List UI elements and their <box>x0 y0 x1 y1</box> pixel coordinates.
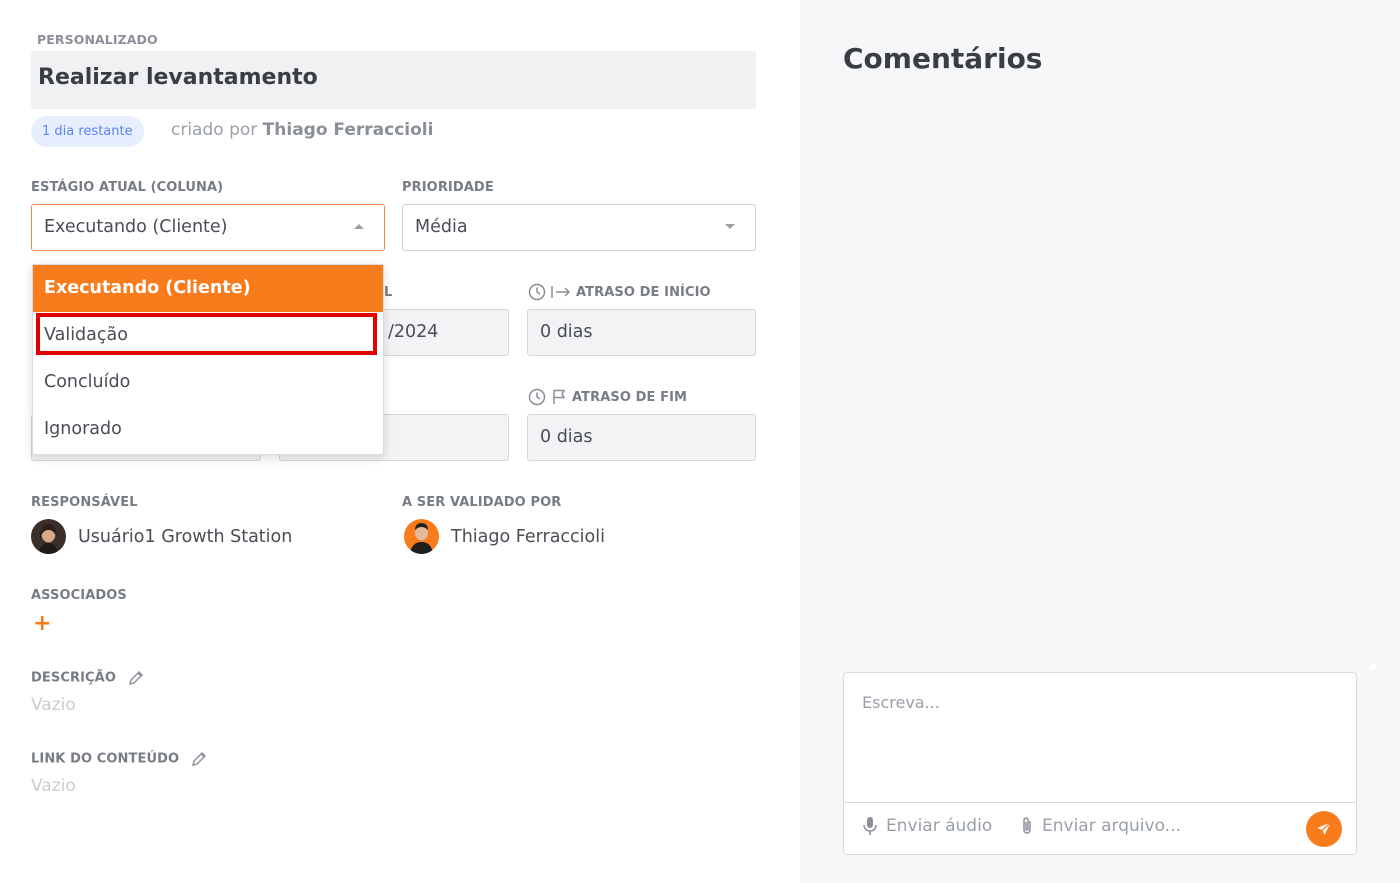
clock-icon <box>528 283 546 301</box>
end-delay-field: 0 dias <box>527 414 756 461</box>
chevron-up-icon <box>354 224 364 229</box>
send-audio-button[interactable]: Enviar áudio <box>862 816 992 836</box>
add-associated-button[interactable]: + <box>33 612 51 636</box>
start-delay-label-text: ATRASO DE INÍCIO <box>576 284 711 300</box>
end-delay-label-text: ATRASO DE FIM <box>572 389 688 405</box>
send-file-label: Enviar arquivo... <box>1042 816 1181 836</box>
associated-label: ASSOCIADOS <box>31 588 127 603</box>
content-link-label: LINK DO CONTEÚDO <box>31 750 208 768</box>
decorative-dot <box>1370 663 1377 670</box>
avatar <box>31 519 66 554</box>
microphone-icon <box>863 817 877 835</box>
flag-icon <box>553 389 566 404</box>
responsible-name: Usuário1 Growth Station <box>78 526 293 547</box>
stage-dropdown-menu: Executando (Cliente) Validação Concluído… <box>32 264 384 455</box>
content-link-value: Vazio <box>31 776 76 796</box>
arrow-to-right-icon <box>551 286 571 298</box>
content-link-label-text: LINK DO CONTEÚDO <box>31 751 180 767</box>
send-icon <box>1317 822 1331 835</box>
comments-title: Comentários <box>843 42 1043 75</box>
task-category: PERSONALIZADO <box>37 32 158 47</box>
validator-name: Thiago Ferraccioli <box>451 526 605 547</box>
priority-label: PRIORIDADE <box>402 180 494 195</box>
paperclip-icon <box>1023 817 1031 834</box>
start-date-value-fragment: /2024 <box>388 322 439 342</box>
responsible-label: RESPONSÁVEL <box>31 495 138 510</box>
validator-user[interactable]: Thiago Ferraccioli <box>404 519 605 554</box>
pencil-icon[interactable] <box>190 750 208 768</box>
end-delay-label: ATRASO DE FIM <box>528 388 687 406</box>
stage-option-executando[interactable]: Executando (Cliente) <box>33 265 383 312</box>
end-delay-value: 0 dias <box>540 427 593 447</box>
send-audio-label: Enviar áudio <box>886 816 993 836</box>
priority-select[interactable]: Média <box>402 204 756 251</box>
chevron-down-icon <box>725 224 735 229</box>
comment-composer: Escreva... Enviar áudio Enviar arquivo..… <box>843 672 1357 855</box>
avatar <box>404 519 439 554</box>
stage-option-ignorado[interactable]: Ignorado <box>33 406 383 453</box>
stage-label: ESTÁGIO ATUAL (COLUNA) <box>31 180 224 195</box>
deadline-badge: 1 dia restante <box>31 116 144 147</box>
stage-select-value: Executando (Cliente) <box>44 217 228 237</box>
send-comment-button[interactable] <box>1306 811 1342 847</box>
clock-icon <box>528 388 546 406</box>
stage-option-concluido[interactable]: Concluído <box>33 359 383 406</box>
task-title-field[interactable]: Realizar levantamento <box>31 51 756 109</box>
send-file-button[interactable]: Enviar arquivo... <box>1020 816 1181 836</box>
comment-input[interactable]: Escreva... <box>862 693 940 712</box>
stage-select[interactable]: Executando (Cliente) <box>31 204 385 251</box>
comments-panel: Comentários Escreva... Enviar áudio Envi… <box>800 0 1400 883</box>
composer-divider <box>844 802 1356 803</box>
responsible-user[interactable]: Usuário1 Growth Station <box>31 519 292 554</box>
stage-option-validacao[interactable]: Validação <box>33 312 383 359</box>
date-label-fragment: L <box>384 285 393 300</box>
description-label: DESCRIÇÃO <box>31 669 145 687</box>
start-delay-field: 0 dias <box>527 309 756 356</box>
pencil-icon[interactable] <box>127 669 145 687</box>
start-delay-label: ATRASO DE INÍCIO <box>528 283 711 301</box>
start-delay-value: 0 dias <box>540 322 593 342</box>
validator-label: A SER VALIDADO POR <box>402 495 562 510</box>
description-value: Vazio <box>31 695 76 715</box>
description-label-text: DESCRIÇÃO <box>31 670 116 686</box>
priority-select-value: Média <box>415 217 468 237</box>
created-by: criado por Thiago Ferraccioli <box>171 120 433 140</box>
created-by-prefix: criado por <box>171 120 258 140</box>
task-title: Realizar levantamento <box>38 65 318 90</box>
created-by-name: Thiago Ferraccioli <box>262 120 434 140</box>
task-detail-panel: PERSONALIZADO Realizar levantamento 1 di… <box>0 0 800 883</box>
